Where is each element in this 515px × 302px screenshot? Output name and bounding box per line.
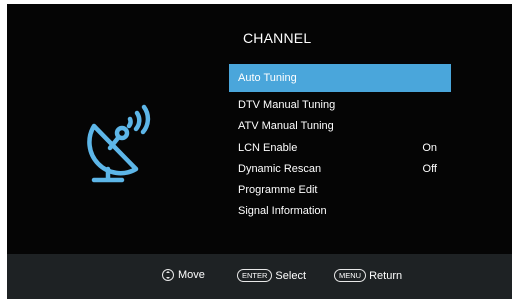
menu-item-value: On	[422, 141, 437, 154]
move-hint: Move	[162, 269, 205, 281]
satellite-dish-icon	[81, 96, 171, 192]
return-label: Return	[369, 269, 403, 282]
menu-item-value: Off	[422, 162, 437, 175]
menu-item-dtv-manual-tuning[interactable]: DTV Manual Tuning	[229, 95, 451, 116]
menu-item-dynamic-rescan[interactable]: Dynamic Rescan Off	[229, 159, 451, 180]
menu-item-label: DTV Manual Tuning	[238, 99, 336, 111]
return-hint: MENU Return	[334, 269, 402, 282]
footer-hint-bar: Move ENTER Select MENU Return	[7, 254, 512, 299]
menu-item-auto-tuning[interactable]: Auto Tuning	[229, 64, 451, 92]
menu-key-icon: MENU	[334, 269, 367, 282]
menu-item-lcn-enable[interactable]: LCN Enable On	[229, 138, 451, 159]
menu-item-label: Signal Information	[238, 205, 327, 218]
enter-key-icon: ENTER	[237, 269, 273, 282]
menu-title: CHANNEL	[243, 30, 312, 46]
channel-menu: Auto Tuning DTV Manual Tuning ATV Manual…	[229, 64, 451, 223]
menu-item-label: LCN Enable	[238, 141, 298, 154]
menu-item-programme-edit[interactable]: Programme Edit	[229, 180, 451, 201]
tv-osd-screen: CHANNEL Auto Tuning DTV Manual Tuning AT…	[7, 4, 512, 299]
select-label: Select	[275, 269, 306, 282]
menu-item-label: Programme Edit	[238, 184, 318, 197]
menu-item-label: Dynamic Rescan	[238, 162, 322, 175]
menu-item-signal-information[interactable]: Signal Information	[229, 201, 451, 222]
select-hint: ENTER Select	[237, 269, 306, 282]
menu-item-atv-manual-tuning[interactable]: ATV Manual Tuning	[229, 116, 451, 137]
move-label: Move	[178, 269, 205, 281]
up-down-arrows-icon	[162, 269, 174, 281]
menu-item-label: ATV Manual Tuning	[238, 120, 334, 133]
menu-item-label: Auto Tuning	[238, 72, 297, 84]
